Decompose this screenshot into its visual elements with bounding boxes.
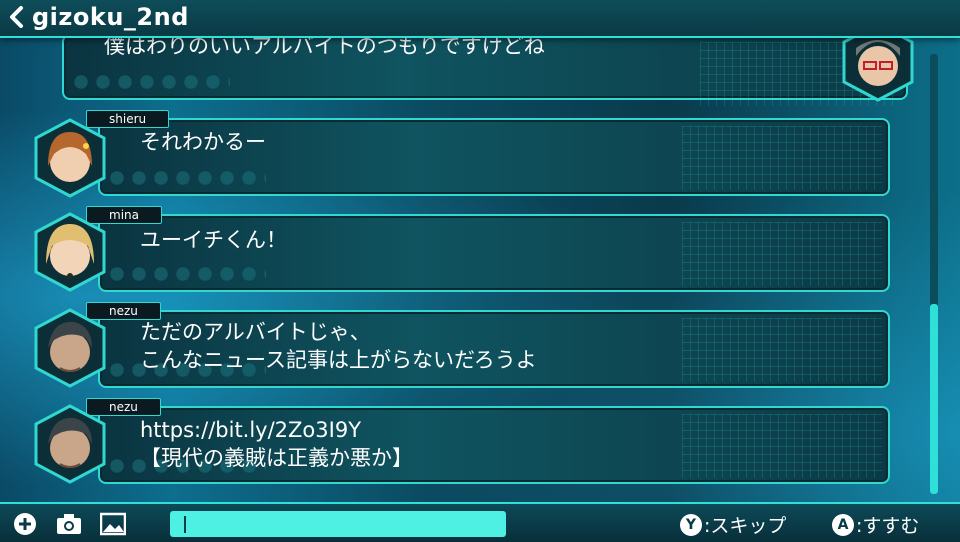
plus-icon[interactable]	[12, 512, 38, 536]
advance-hint[interactable]: A :すすむ	[832, 511, 919, 538]
nezu-avatar	[34, 404, 106, 484]
chat-header: gizoku_2nd	[0, 0, 960, 38]
skip-label: :スキップ	[704, 515, 787, 537]
image-icon[interactable]	[100, 512, 126, 536]
message-text: https://bit.ly/2Zo3I9Y 【現代の義賊は正義か悪か】	[140, 418, 413, 470]
camera-icon[interactable]	[56, 512, 82, 536]
nezu-avatar	[34, 308, 106, 388]
message-text: ユーイチくん！	[140, 228, 287, 252]
message-text: それわかるー	[140, 130, 266, 154]
back-arrow-icon[interactable]	[6, 5, 28, 29]
advance-label: :すすむ	[856, 515, 920, 537]
mina-avatar	[34, 212, 106, 292]
skip-hint[interactable]: Y :スキップ	[680, 511, 786, 538]
y-button-icon: Y	[680, 513, 702, 536]
chat-title: gizoku_2nd	[32, 3, 189, 31]
scrollbar-thumb[interactable]	[930, 304, 938, 494]
a-button-icon: A	[832, 513, 854, 536]
shieru-avatar	[34, 118, 106, 198]
text-caret	[184, 516, 186, 533]
message-text: ただのアルバイトじゃ、 こんなニュース記事は上がらないだろうよ	[140, 320, 537, 372]
chat-footer: Y :スキップ A :すすむ	[0, 502, 960, 542]
message-input[interactable]	[170, 511, 506, 537]
